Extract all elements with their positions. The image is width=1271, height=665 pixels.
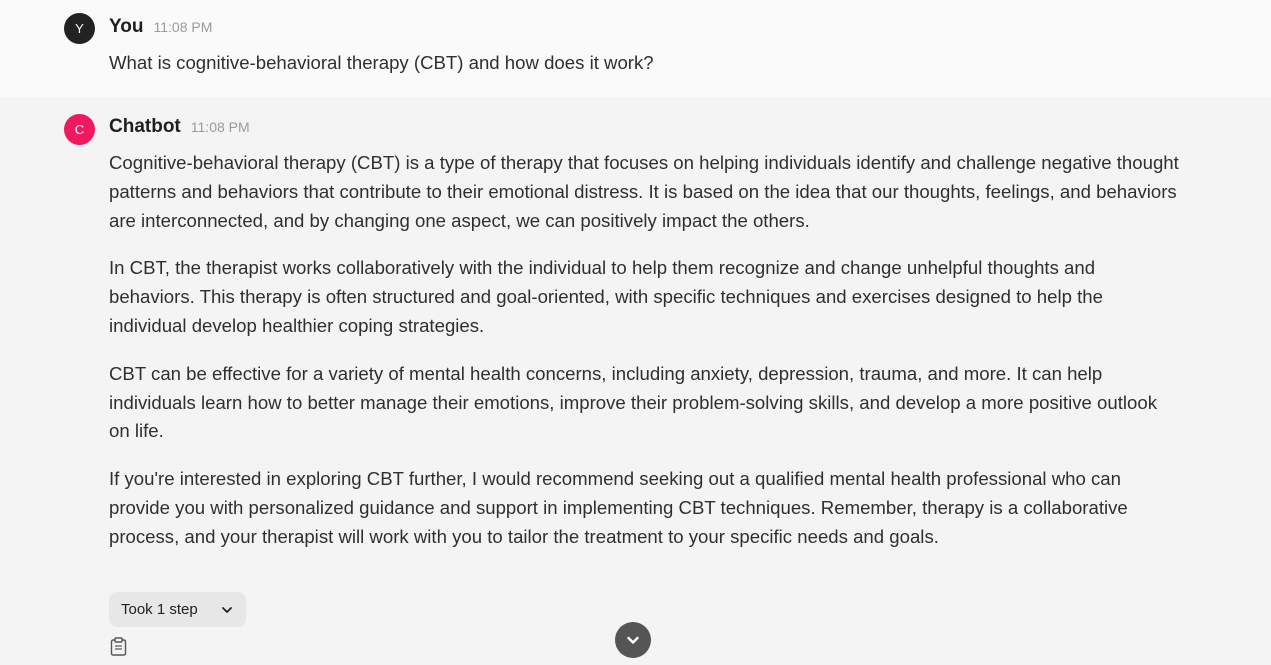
bot-paragraph: CBT can be effective for a variety of me… [109,362,1157,442]
steps-toggle-button[interactable]: Took 1 step [109,592,246,627]
steps-toggle-label: Took 1 step [121,601,198,618]
bot-message-header: Chatbot 11:08 PM [109,116,250,138]
bot-paragraph: In CBT, the therapist works collaborativ… [109,257,1103,336]
bot-avatar: C [64,114,95,145]
user-sender-name: You [109,16,144,37]
scroll-to-bottom-button[interactable] [615,622,651,658]
bot-message-text: Cognitive-behavioral therapy (CBT) is a … [109,149,1179,571]
bot-message-time: 11:08 PM [190,119,250,135]
bot-message: C Chatbot 11:08 PM Cognitive-behavioral … [0,97,1271,665]
bot-paragraph: Cognitive-behavioral therapy (CBT) is a … [109,152,1179,231]
bot-paragraph: If you're interested in exploring CBT fu… [109,468,1128,547]
chevron-down-icon [627,636,639,644]
user-message-time: 11:08 PM [153,19,213,35]
clipboard-icon[interactable] [110,637,127,656]
user-message-header: You 11:08 PM [109,16,212,38]
chat-transcript: Y You 11:08 PM What is cognitive-behavio… [0,0,1271,665]
user-avatar: Y [64,13,95,44]
user-message-text: What is cognitive-behavioral therapy (CB… [109,52,654,73]
user-message: Y You 11:08 PM What is cognitive-behavio… [0,0,1271,97]
chevron-down-icon [222,606,232,613]
bot-sender-name: Chatbot [109,116,181,137]
